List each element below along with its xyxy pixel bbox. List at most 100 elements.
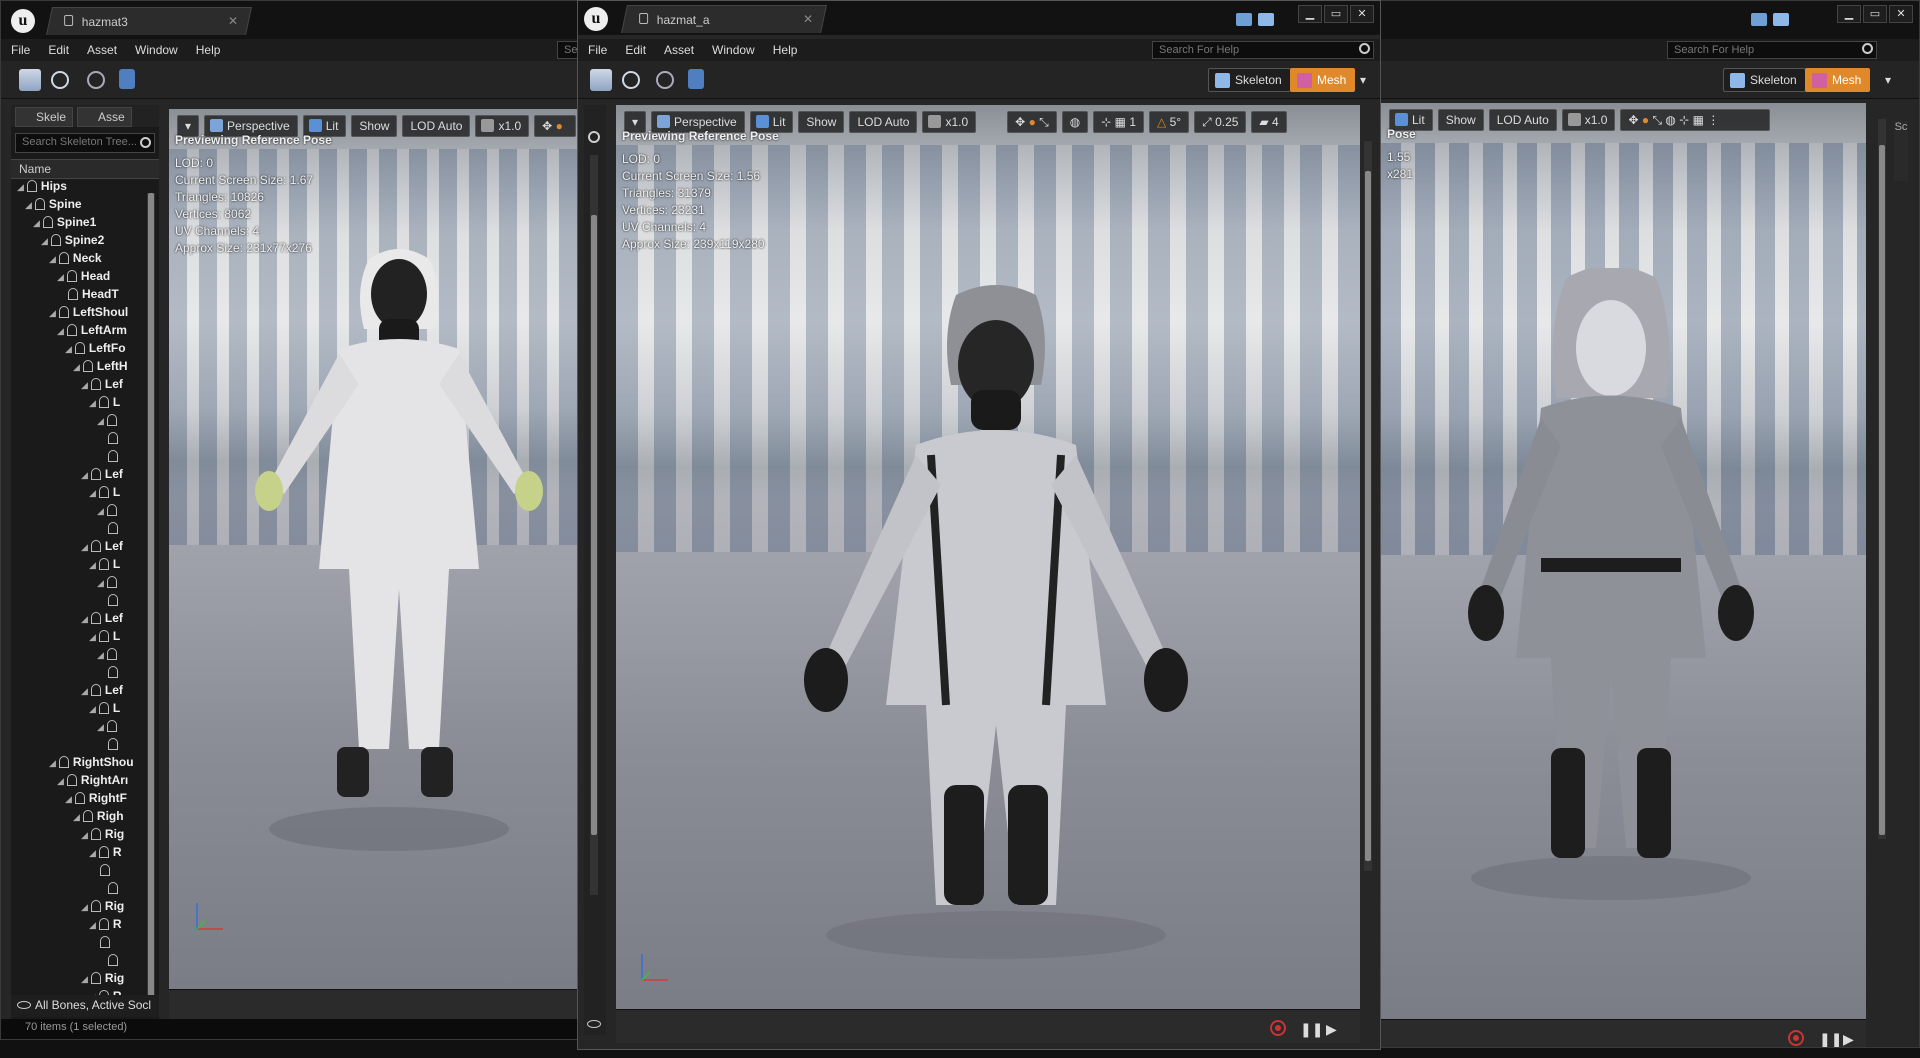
expand-arrow-icon[interactable]: ◢ xyxy=(89,632,96,642)
menu-asset[interactable]: Asset xyxy=(87,43,117,57)
expand-arrow-icon[interactable]: ◢ xyxy=(81,902,88,912)
bone-row[interactable] xyxy=(11,521,159,539)
menu-help[interactable]: Help xyxy=(196,43,221,57)
feedback-icon[interactable] xyxy=(1258,13,1274,26)
bone-row[interactable]: ◢ Lef xyxy=(11,539,159,557)
show-button[interactable]: Show xyxy=(1437,109,1484,131)
expand-arrow-icon[interactable]: ◢ xyxy=(33,218,40,228)
menu-edit[interactable]: Edit xyxy=(625,43,646,57)
bone-row[interactable]: ◢ RightF xyxy=(11,791,159,809)
tree-scrollbar[interactable] xyxy=(147,193,155,1013)
grid-snap-button[interactable]: ⊹ ▦ 1 xyxy=(1093,111,1145,133)
play-icon[interactable]: ▶ xyxy=(1326,1021,1337,1038)
bone-row[interactable] xyxy=(11,863,159,881)
menu-window[interactable]: Window xyxy=(135,43,178,57)
show-button[interactable]: Show xyxy=(351,115,398,137)
bone-row[interactable]: ◢ LeftArm xyxy=(11,323,159,341)
reimport-icon[interactable] xyxy=(87,71,105,89)
menu-help[interactable]: Help xyxy=(773,43,798,57)
title-bar-center[interactable]: u hazmat_a ✕ ▁ ▭ ✕ xyxy=(578,1,1380,35)
menu-asset[interactable]: Asset xyxy=(664,43,694,57)
bone-row[interactable]: ◢R xyxy=(11,917,159,935)
expand-arrow-icon[interactable]: ◢ xyxy=(89,704,96,714)
mesh-mode-button[interactable]: Mesh xyxy=(1805,68,1871,92)
close-button[interactable]: ✕ xyxy=(1350,5,1374,23)
find-in-content-browser-icon[interactable] xyxy=(622,71,640,89)
expand-arrow-icon[interactable]: ◢ xyxy=(81,542,88,552)
right-details-scrollbar[interactable] xyxy=(1878,119,1886,839)
expand-arrow-icon[interactable]: ◢ xyxy=(81,470,88,480)
expand-arrow-icon[interactable]: ◢ xyxy=(73,812,80,822)
expand-arrow-icon[interactable]: ◢ xyxy=(57,326,64,336)
bone-row[interactable]: ◢ xyxy=(11,503,159,521)
physics-asset-icon[interactable] xyxy=(688,69,704,89)
reimport-icon[interactable] xyxy=(656,71,674,89)
bone-row[interactable]: HeadT xyxy=(11,287,159,305)
record-icon[interactable] xyxy=(1270,1020,1286,1036)
bone-row[interactable]: ◢ L xyxy=(11,485,159,503)
find-in-content-browser-icon[interactable] xyxy=(51,71,69,89)
close-button[interactable]: ✕ xyxy=(1889,5,1913,23)
viewport-hazmat-a[interactable]: ▾ Perspective Lit Show LOD Auto x1.0 ✥ ●… xyxy=(616,105,1360,1009)
lod-button[interactable]: LOD Auto xyxy=(1488,109,1557,131)
feedback-icon[interactable] xyxy=(1773,13,1789,26)
bone-row[interactable] xyxy=(11,881,159,899)
expand-arrow-icon[interactable]: ◢ xyxy=(97,416,104,426)
mode-dropdown-arrow[interactable]: ▾ xyxy=(1360,73,1366,87)
transform-tools[interactable]: ✥ ● ⤡ xyxy=(1007,111,1057,133)
coordinate-space-button[interactable]: ◍ xyxy=(1061,111,1089,133)
minimize-button[interactable]: ▁ xyxy=(1298,5,1322,23)
bone-row[interactable]: ◢ L xyxy=(11,701,159,719)
menu-file[interactable]: File xyxy=(588,43,607,57)
expand-arrow-icon[interactable]: ◢ xyxy=(73,362,80,372)
document-tab-hazmat3[interactable]: hazmat3 ✕ xyxy=(46,7,252,35)
bone-row[interactable]: ◢ Rig xyxy=(11,971,159,989)
expand-arrow-icon[interactable]: ◢ xyxy=(81,614,88,624)
bone-row[interactable]: ◢ Lef xyxy=(11,683,159,701)
scrollbar-thumb[interactable] xyxy=(1365,171,1371,861)
bone-row[interactable]: ◢ Spine1 xyxy=(11,215,159,233)
lod-button[interactable]: LOD Auto xyxy=(402,115,471,137)
menu-window[interactable]: Window xyxy=(712,43,755,57)
bone-row[interactable]: ◢ L xyxy=(11,629,159,647)
save-icon[interactable] xyxy=(590,69,612,91)
bone-row[interactable]: ◢ Spine2 xyxy=(11,233,159,251)
bone-row[interactable] xyxy=(11,953,159,971)
tab-asset-details[interactable]: Asse xyxy=(77,107,132,127)
expand-arrow-icon[interactable]: ◢ xyxy=(89,920,96,930)
bone-row[interactable]: ◢ Lef xyxy=(11,611,159,629)
expand-arrow-icon[interactable]: ◢ xyxy=(49,254,56,264)
bone-row[interactable] xyxy=(11,593,159,611)
minimize-button[interactable]: ▁ xyxy=(1837,5,1861,23)
maximize-button[interactable]: ▭ xyxy=(1863,5,1887,23)
bone-row[interactable]: ◢ xyxy=(11,719,159,737)
skeleton-mode-button[interactable]: Skeleton xyxy=(1208,68,1291,92)
title-bar-right[interactable]: ▁ ▭ ✕ xyxy=(1381,1,1919,39)
bone-row[interactable]: ◢ Lef xyxy=(11,467,159,485)
save-icon[interactable] xyxy=(19,69,41,91)
bone-row[interactable]: ◢ LeftShoul xyxy=(11,305,159,323)
expand-arrow-icon[interactable]: ◢ xyxy=(81,974,88,984)
menu-edit[interactable]: Edit xyxy=(48,43,69,57)
bone-row[interactable] xyxy=(11,737,159,755)
close-tab-icon[interactable]: ✕ xyxy=(228,14,238,28)
bone-row[interactable]: ◢ LeftFo xyxy=(11,341,159,359)
playback-speed-button[interactable]: x1.0 xyxy=(475,115,530,137)
expand-arrow-icon[interactable]: ◢ xyxy=(65,344,72,354)
bone-row[interactable]: ◢ Spine xyxy=(11,197,159,215)
pause-icon[interactable]: ❚❚ xyxy=(1300,1021,1323,1038)
expand-arrow-icon[interactable]: ◢ xyxy=(25,200,32,210)
help-search-input-center[interactable]: Search For Help xyxy=(1152,41,1374,59)
side-panel-tab[interactable]: Sc xyxy=(1894,121,1908,181)
lod-button[interactable]: LOD Auto xyxy=(849,111,918,133)
expand-arrow-icon[interactable]: ◢ xyxy=(89,398,96,408)
scrollbar-thumb[interactable] xyxy=(591,215,597,835)
expand-arrow-icon[interactable]: ◢ xyxy=(81,686,88,696)
tab-skeleton-tree[interactable]: Skele xyxy=(15,107,74,127)
viewport-right[interactable]: Lit Show LOD Auto x1.0 ✥ ● ⤡ ◍ ⊹ ▦ ⋮ Pos… xyxy=(1381,103,1866,1019)
playback-speed-button[interactable]: x1.0 xyxy=(922,111,977,133)
expand-arrow-icon[interactable]: ◢ xyxy=(57,776,64,786)
bone-row[interactable]: ◢ Rig xyxy=(11,827,159,845)
expand-arrow-icon[interactable]: ◢ xyxy=(65,794,72,804)
expand-arrow-icon[interactable]: ◢ xyxy=(81,830,88,840)
